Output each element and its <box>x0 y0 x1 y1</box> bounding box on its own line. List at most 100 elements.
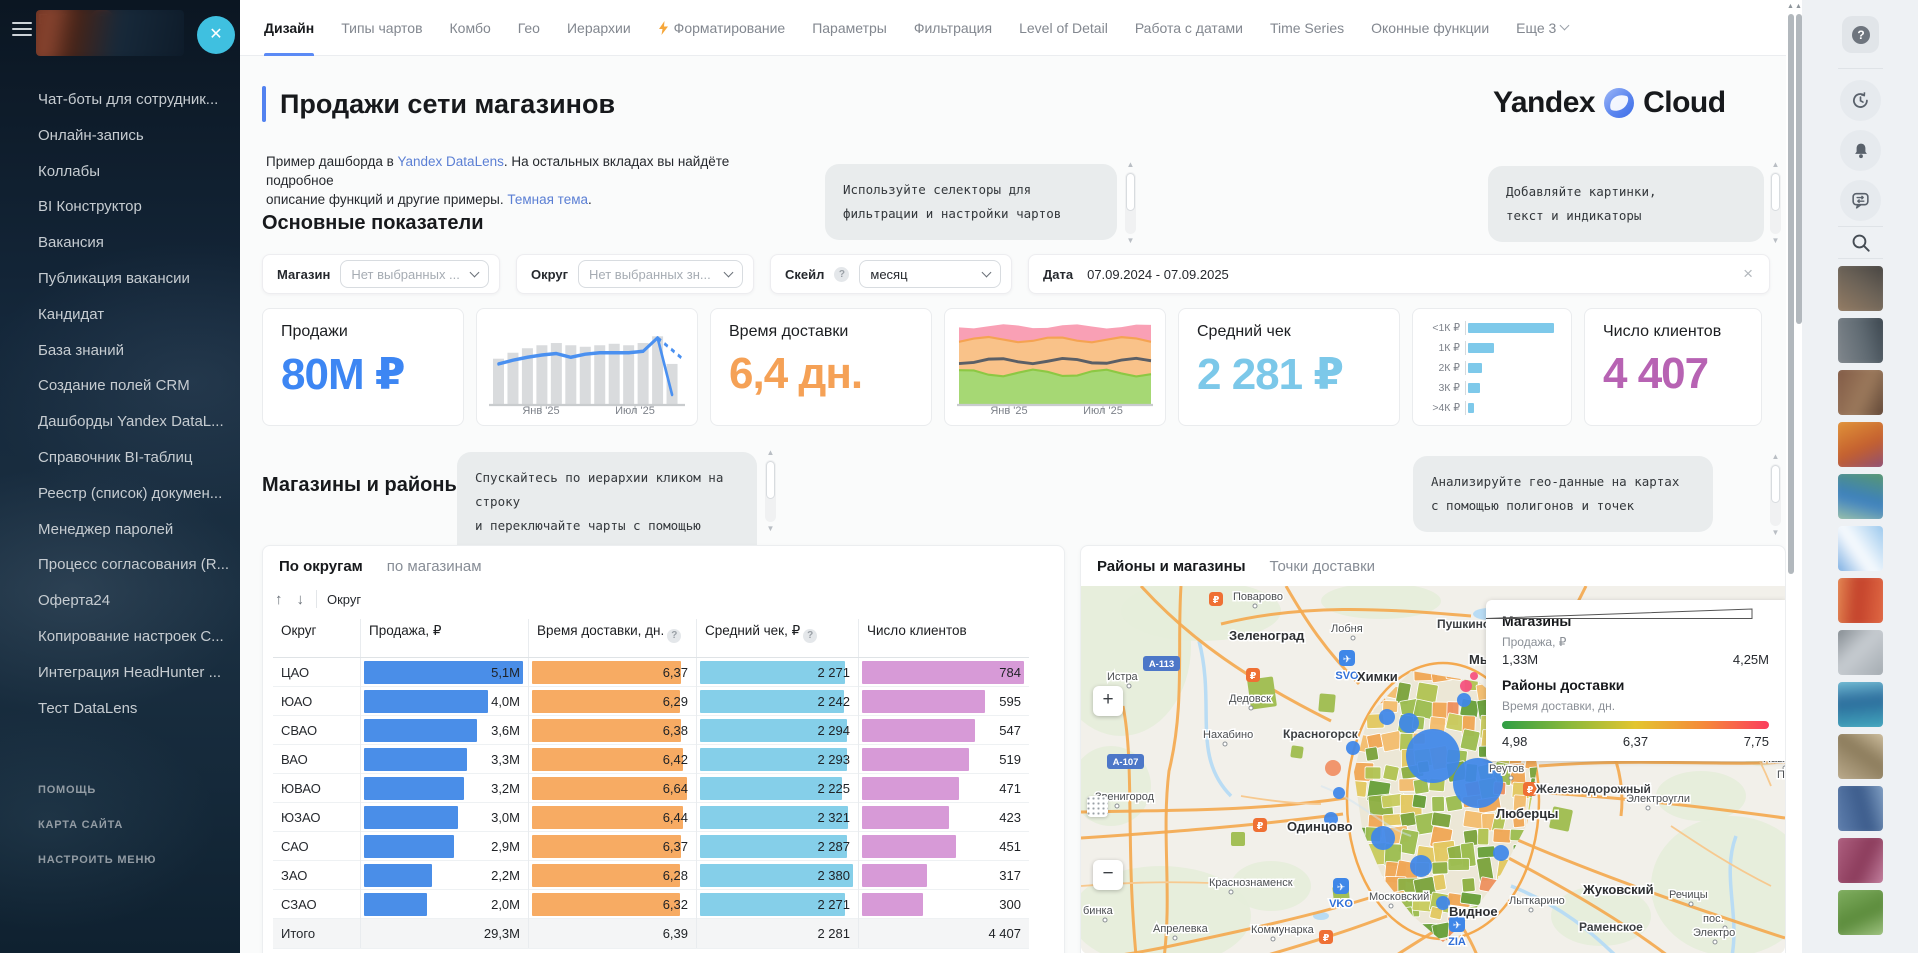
filter-scale-select[interactable]: месяц <box>859 260 1001 288</box>
sidebar-footer-link[interactable]: КАРТА САЙТА <box>38 819 156 831</box>
widget-thumbnail[interactable] <box>1838 474 1883 519</box>
table-row[interactable]: ВАО3,3М6,422 293519 <box>273 745 1029 774</box>
tab-time-series[interactable]: Time Series <box>1270 0 1344 56</box>
tab-иерархии[interactable]: Иерархии <box>567 0 631 56</box>
filter-district-select[interactable]: Нет выбранных зн... <box>578 260 743 288</box>
zoom-in-button[interactable]: + <box>1093 686 1123 716</box>
sidebar-item[interactable]: Интеграция HeadHunter ... <box>0 655 240 691</box>
link-yandex-datalens[interactable]: Yandex DataLens <box>398 154 504 169</box>
tab-комбо[interactable]: Комбо <box>450 0 491 56</box>
sidebar-item[interactable]: База знаний <box>0 333 240 369</box>
store-bubble[interactable] <box>1406 729 1460 783</box>
tab-by-districts[interactable]: По округам <box>279 558 363 575</box>
col-district[interactable]: Округ <box>273 619 361 657</box>
sidebar-item[interactable]: Тест DataLens <box>0 691 240 727</box>
sidebar-item[interactable]: Копирование настроек С... <box>0 619 240 655</box>
widget-thumbnail[interactable] <box>1838 370 1883 415</box>
widget-thumbnail[interactable] <box>1838 890 1883 935</box>
store-bubble[interactable] <box>1457 693 1471 707</box>
map-drag-handle[interactable] <box>1087 796 1108 817</box>
sidebar-item[interactable]: Дашборды Yandex DataL... <box>0 404 240 440</box>
sidebar-item[interactable]: Кандидат <box>0 297 240 333</box>
widget-thumbnail[interactable] <box>1838 734 1883 779</box>
sidebar-close-button[interactable]: ✕ <box>197 16 235 54</box>
search-button[interactable] <box>1846 228 1876 258</box>
sort-desc-icon[interactable]: ↓ <box>295 591 307 608</box>
histogram-bar[interactable] <box>1468 363 1482 373</box>
widget-thumbnail[interactable] <box>1838 422 1883 467</box>
table-row[interactable]: ЦАО5,1М6,372 271784 <box>273 658 1029 687</box>
sidebar-item[interactable]: Создание полей CRM <box>0 368 240 404</box>
sidebar-item[interactable]: Онлайн-запись <box>0 118 240 154</box>
scroll-thumb[interactable] <box>766 461 775 499</box>
widget-thumbnail[interactable] <box>1838 526 1883 571</box>
tab-параметры[interactable]: Параметры <box>812 0 887 56</box>
histogram-bar[interactable] <box>1468 343 1494 353</box>
sidebar-footer-link[interactable]: ПОМОЩЬ <box>38 784 156 796</box>
tab-типы-чартов[interactable]: Типы чартов <box>341 0 422 56</box>
filter-store-select[interactable]: Нет выбранных ... <box>340 260 489 288</box>
store-bubble[interactable] <box>1333 787 1345 799</box>
scroll-thumb[interactable] <box>1126 173 1135 211</box>
store-bubble[interactable] <box>1371 826 1395 850</box>
sidebar-item[interactable]: Публикация вакансии <box>0 261 240 297</box>
table-row[interactable]: СВАО3,6М6,382 294547 <box>273 716 1029 745</box>
store-bubble[interactable] <box>1410 855 1432 877</box>
geo-map[interactable]: А-113А-107✈SVO✈VKO✈ZIAM₽₽₽₽₽ПоваровоЗеле… <box>1081 586 1785 953</box>
store-bubble[interactable] <box>1379 709 1395 725</box>
sort-asc-icon[interactable]: ↑ <box>273 591 285 608</box>
histogram-bar[interactable] <box>1468 403 1474 413</box>
sidebar-item[interactable]: Оферта24 <box>0 583 240 619</box>
widget-thumbnail[interactable] <box>1838 578 1883 623</box>
help-icon[interactable]: ? <box>667 629 681 643</box>
sidebar-item[interactable]: Чат-боты для сотрудник... <box>0 82 240 118</box>
sidebar-item[interactable]: Процесс согласования (R... <box>0 547 240 583</box>
help-button[interactable]: ? <box>1842 16 1879 53</box>
link-dark-theme[interactable]: Темная тема <box>507 192 588 207</box>
sort-field-chip[interactable]: Округ <box>327 592 361 607</box>
store-bubble[interactable] <box>1399 713 1419 733</box>
scrollbar-thumb[interactable] <box>1796 14 1802 324</box>
store-bubble[interactable] <box>1493 845 1509 861</box>
tab-работа-с-датами[interactable]: Работа с датами <box>1135 0 1243 56</box>
tab-фильтрация[interactable]: Фильтрация <box>914 0 992 56</box>
help-icon[interactable]: ? <box>834 267 849 282</box>
table-row[interactable]: ЗАО2,2М6,282 380317 <box>273 861 1029 890</box>
sidebar-item[interactable]: Менеджер паролей <box>0 512 240 548</box>
histogram-bar[interactable] <box>1468 323 1554 333</box>
tab-level-of-detail[interactable]: Level of Detail <box>1019 0 1108 56</box>
clear-icon[interactable]: × <box>1737 264 1759 284</box>
table-row[interactable]: САО2,9М6,372 287451 <box>273 832 1029 861</box>
zoom-out-button[interactable]: − <box>1093 860 1123 890</box>
store-bubble[interactable] <box>1436 896 1450 910</box>
hamburger-menu-icon[interactable] <box>12 22 32 40</box>
table-row[interactable]: СЗАО2,0М6,322 271300 <box>273 890 1029 919</box>
help-icon[interactable]: ? <box>803 629 817 643</box>
tab-дизайн[interactable]: Дизайн <box>264 0 314 56</box>
table-row[interactable]: ЮАО4,0М6,292 242595 <box>273 687 1029 716</box>
dialog-button[interactable] <box>1840 180 1881 221</box>
tab-by-stores[interactable]: по магазинам <box>387 558 482 575</box>
notifications-button[interactable] <box>1840 130 1881 171</box>
tab-delivery-points[interactable]: Точки доставки <box>1270 558 1375 575</box>
widget-thumbnail[interactable] <box>1838 630 1883 675</box>
col-delivery[interactable]: Время доставки, дн.? <box>529 619 697 657</box>
col-sales[interactable]: Продажа, ₽ <box>361 619 529 657</box>
histogram-bar[interactable] <box>1468 383 1480 393</box>
col-clients[interactable]: Число клиентов <box>859 619 1029 657</box>
tab-гео[interactable]: Гео <box>518 0 540 56</box>
tab-оконные-функции[interactable]: Оконные функции <box>1371 0 1489 56</box>
sidebar-item[interactable]: Коллабы <box>0 154 240 190</box>
widget-thumbnail[interactable] <box>1838 266 1883 311</box>
sidebar-item[interactable]: Вакансия <box>0 225 240 261</box>
widget-thumbnail[interactable] <box>1838 786 1883 831</box>
table-row[interactable]: ЮЗАО3,0М6,442 321423 <box>273 803 1029 832</box>
scroll-thumb[interactable] <box>1771 465 1780 503</box>
col-check[interactable]: Средний чек, ₽? <box>697 619 859 657</box>
scrollbar-thumb[interactable] <box>1788 14 1794 574</box>
tab-форматирование[interactable]: Форматирование <box>658 0 786 56</box>
scroll-thumb[interactable] <box>1771 173 1780 211</box>
sidebar-item[interactable]: BI Конструктор <box>0 189 240 225</box>
tab-еще-3[interactable]: Еще 3 <box>1516 0 1568 56</box>
tab-districts-stores[interactable]: Районы и магазины <box>1097 558 1246 575</box>
